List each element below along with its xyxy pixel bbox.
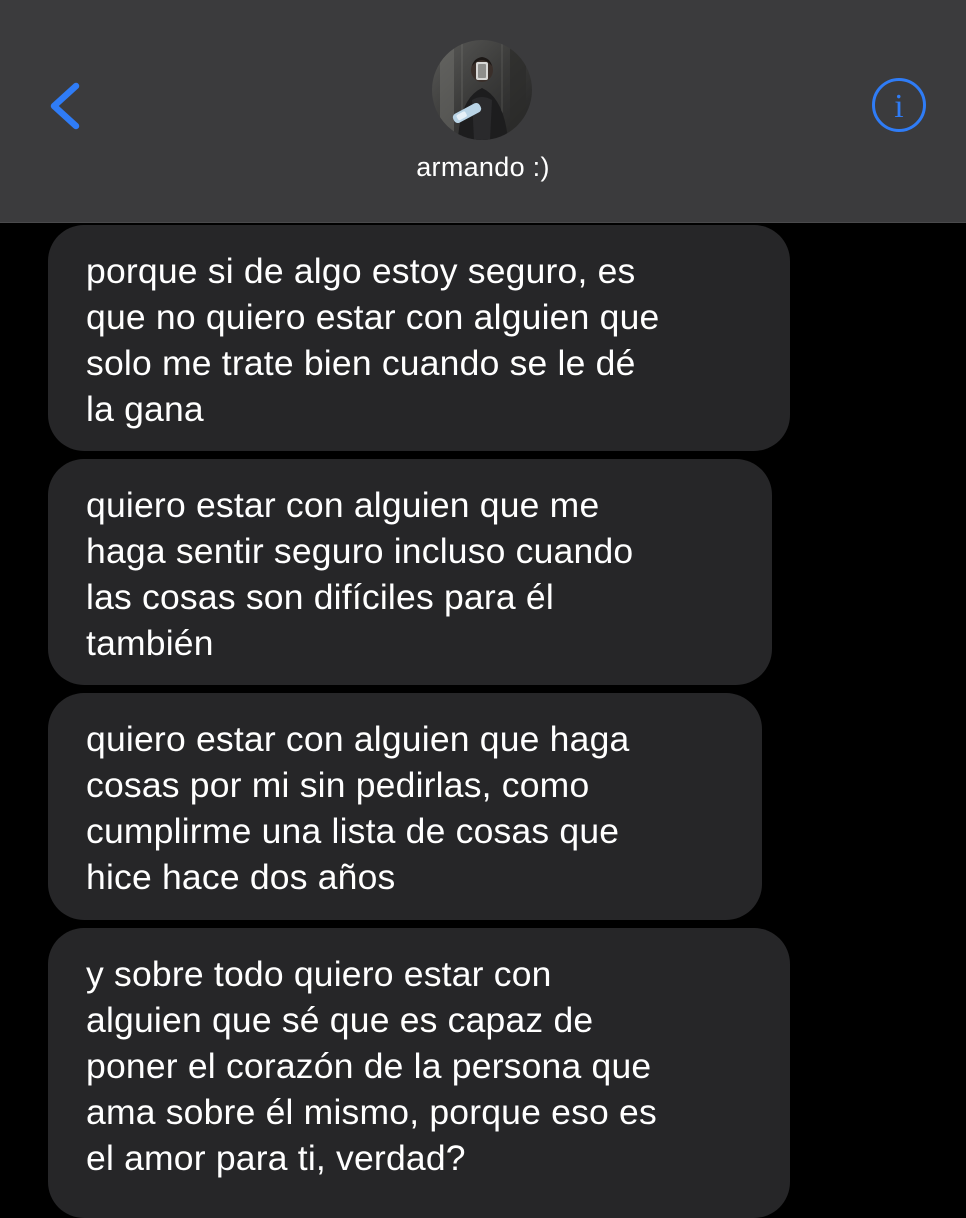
info-button[interactable]: i — [870, 76, 928, 134]
received-message-bubble[interactable]: quiero estar con alguien que me haga sen… — [48, 459, 772, 685]
chevron-left-icon — [50, 82, 80, 130]
contact-avatar[interactable] — [432, 40, 532, 140]
received-message-bubble[interactable]: quiero estar con alguien que haga cosas … — [48, 693, 762, 920]
avatar-photo — [432, 40, 532, 140]
received-message-bubble[interactable]: porque si de algo estoy seguro, es que n… — [48, 225, 790, 451]
conversation-header: armando :) i — [0, 0, 966, 223]
contact-name[interactable]: armando :) — [0, 152, 966, 183]
received-message-bubble[interactable]: y sobre todo quiero estar con alguien qu… — [48, 928, 790, 1218]
info-circle-icon: i — [872, 78, 926, 132]
back-button[interactable] — [40, 74, 100, 138]
svg-text:i: i — [894, 88, 903, 125]
message-list[interactable]: porque si de algo estoy seguro, es que n… — [0, 223, 966, 1218]
